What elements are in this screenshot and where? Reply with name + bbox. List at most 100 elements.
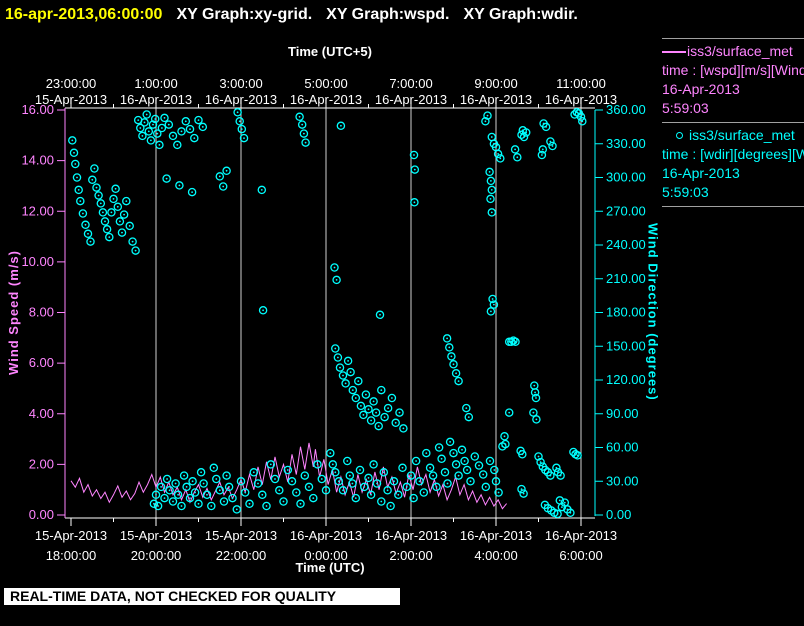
wdir-point-center bbox=[91, 178, 94, 181]
legend-entry-wspd[interactable]: iss3/surface_met time : [wspd][m/s][Wind… bbox=[660, 39, 804, 122]
wdir-point-center bbox=[415, 460, 417, 462]
bottom-tick-date-label: 16-Apr-2013 bbox=[545, 528, 617, 543]
wdir-point-center bbox=[269, 463, 272, 466]
wdir-point-center bbox=[102, 211, 104, 214]
wdir-point-center bbox=[463, 460, 466, 462]
wdir-point-center bbox=[82, 212, 84, 215]
wdir-point-center bbox=[532, 411, 535, 414]
wdir-point-center bbox=[128, 225, 131, 227]
wdir-point-center bbox=[484, 120, 487, 123]
right-tick-label: 0.00 bbox=[606, 507, 631, 522]
wdir-point-center bbox=[168, 489, 171, 492]
wdir-point-center bbox=[367, 477, 370, 479]
wdir-point-center bbox=[362, 414, 365, 416]
right-tick-label: 30.00 bbox=[606, 473, 639, 488]
wdir-point-center bbox=[298, 115, 301, 118]
wdir-point-center bbox=[440, 457, 443, 460]
wdir-point-center bbox=[193, 137, 196, 140]
wdir-point-center bbox=[265, 505, 268, 507]
wdir-point-center bbox=[110, 211, 113, 214]
wdir-point-center bbox=[569, 511, 572, 514]
right-tick-label: 240.00 bbox=[606, 237, 646, 252]
wdir-point-center bbox=[248, 502, 251, 505]
wdir-point-center bbox=[401, 466, 404, 469]
wdir-point-center bbox=[380, 500, 383, 503]
wdir-point-center bbox=[452, 363, 455, 366]
wdir-point-center bbox=[576, 454, 579, 457]
wdir-point-center bbox=[514, 340, 517, 343]
wdir-point-center bbox=[521, 453, 524, 456]
graph-menu-wdir[interactable]: XY Graph:wdir. bbox=[463, 6, 577, 23]
left-axis-title: Wind Speed (m/s) bbox=[4, 108, 22, 516]
wdir-point-center bbox=[99, 202, 102, 205]
wdir-point-center bbox=[363, 486, 366, 488]
wdir-point-center bbox=[320, 478, 323, 480]
wdir-point-center bbox=[308, 486, 310, 488]
wdir-point-center bbox=[508, 411, 511, 414]
wdir-point-center bbox=[244, 491, 247, 494]
wdir-point-center bbox=[490, 180, 492, 182]
right-tick-label: 60.00 bbox=[606, 440, 639, 455]
wdir-point-center bbox=[402, 427, 405, 430]
wdir-point-center bbox=[243, 137, 245, 140]
wspd-line-marker-icon bbox=[662, 51, 686, 54]
wdir-point-center bbox=[394, 421, 397, 424]
wdir-point-center bbox=[337, 356, 339, 359]
wdir-point-center bbox=[97, 194, 100, 197]
wdir-point-center bbox=[282, 500, 285, 503]
wdir-point-center bbox=[432, 474, 434, 477]
wdir-point-center bbox=[340, 124, 342, 127]
wdir-point-center bbox=[549, 474, 552, 477]
graph-menu-wspd[interactable]: XY Graph:wspd. bbox=[326, 6, 449, 23]
legend-date: 16-Apr-2013 bbox=[662, 165, 740, 181]
wdir-point-center bbox=[367, 408, 370, 411]
wdir-point-center bbox=[141, 135, 144, 137]
right-tick-label: 90.00 bbox=[606, 406, 639, 421]
wdir-point-center bbox=[455, 372, 457, 375]
legend-entry-wdir[interactable]: iss3/surface_met time : [wdir][degrees][… bbox=[660, 123, 804, 206]
wdir-point-center bbox=[484, 486, 487, 488]
wdir-point-center bbox=[346, 460, 349, 462]
wdir-point-center bbox=[499, 157, 502, 160]
wdir-point-center bbox=[457, 474, 460, 477]
wdir-point-center bbox=[106, 228, 108, 231]
wdir-point-center bbox=[225, 474, 228, 477]
wdir-point-center bbox=[206, 493, 208, 496]
left-tick-label: 14.00 bbox=[21, 153, 54, 168]
wdir-point-center bbox=[482, 473, 485, 476]
top-tick-date-label: 16-Apr-2013 bbox=[205, 92, 277, 107]
wdir-point-center bbox=[160, 486, 163, 488]
wdir-point-center bbox=[108, 236, 111, 239]
wdir-point-center bbox=[370, 493, 372, 496]
wdir-point-center bbox=[446, 337, 448, 340]
wdir-point-center bbox=[342, 374, 344, 377]
wdir-point-center bbox=[114, 187, 117, 190]
wdir-point-center bbox=[262, 309, 264, 312]
wdir-point-center bbox=[228, 486, 231, 488]
wdir-point-center bbox=[376, 482, 378, 485]
wdir-point-center bbox=[377, 425, 380, 427]
wdir-point-center bbox=[334, 347, 337, 350]
wdir-point-center bbox=[382, 471, 385, 474]
wdir-point-center bbox=[413, 168, 416, 171]
wdir-point-center bbox=[347, 360, 349, 362]
wdir-point-center bbox=[393, 480, 395, 483]
wdir-point-center bbox=[123, 213, 125, 216]
wdir-point-center bbox=[261, 493, 264, 496]
wdir-point-center bbox=[180, 130, 183, 133]
wdir-point-center bbox=[491, 298, 494, 300]
left-tick-label: 10.00 bbox=[21, 254, 54, 269]
bottom-tick-date-label: 15-Apr-2013 bbox=[120, 528, 192, 543]
wdir-point-center bbox=[465, 407, 468, 409]
graph-menu-xy-grid[interactable]: XY Graph:xy-grid. bbox=[176, 6, 312, 23]
legend-separator bbox=[662, 206, 804, 207]
wdir-point-center bbox=[490, 211, 493, 214]
wdir-point-center bbox=[158, 144, 161, 146]
wdir-point-center bbox=[191, 191, 194, 194]
wdir-point-center bbox=[77, 189, 80, 191]
bottom-tick-time-label: 20:00:00 bbox=[131, 548, 182, 563]
wdir-point-center bbox=[286, 469, 289, 471]
legend-series-name: iss3/surface_met bbox=[689, 127, 795, 143]
wdir-point-center bbox=[410, 474, 412, 477]
status-timestamp: 16-apr-2013,06:00:00 bbox=[5, 6, 163, 23]
